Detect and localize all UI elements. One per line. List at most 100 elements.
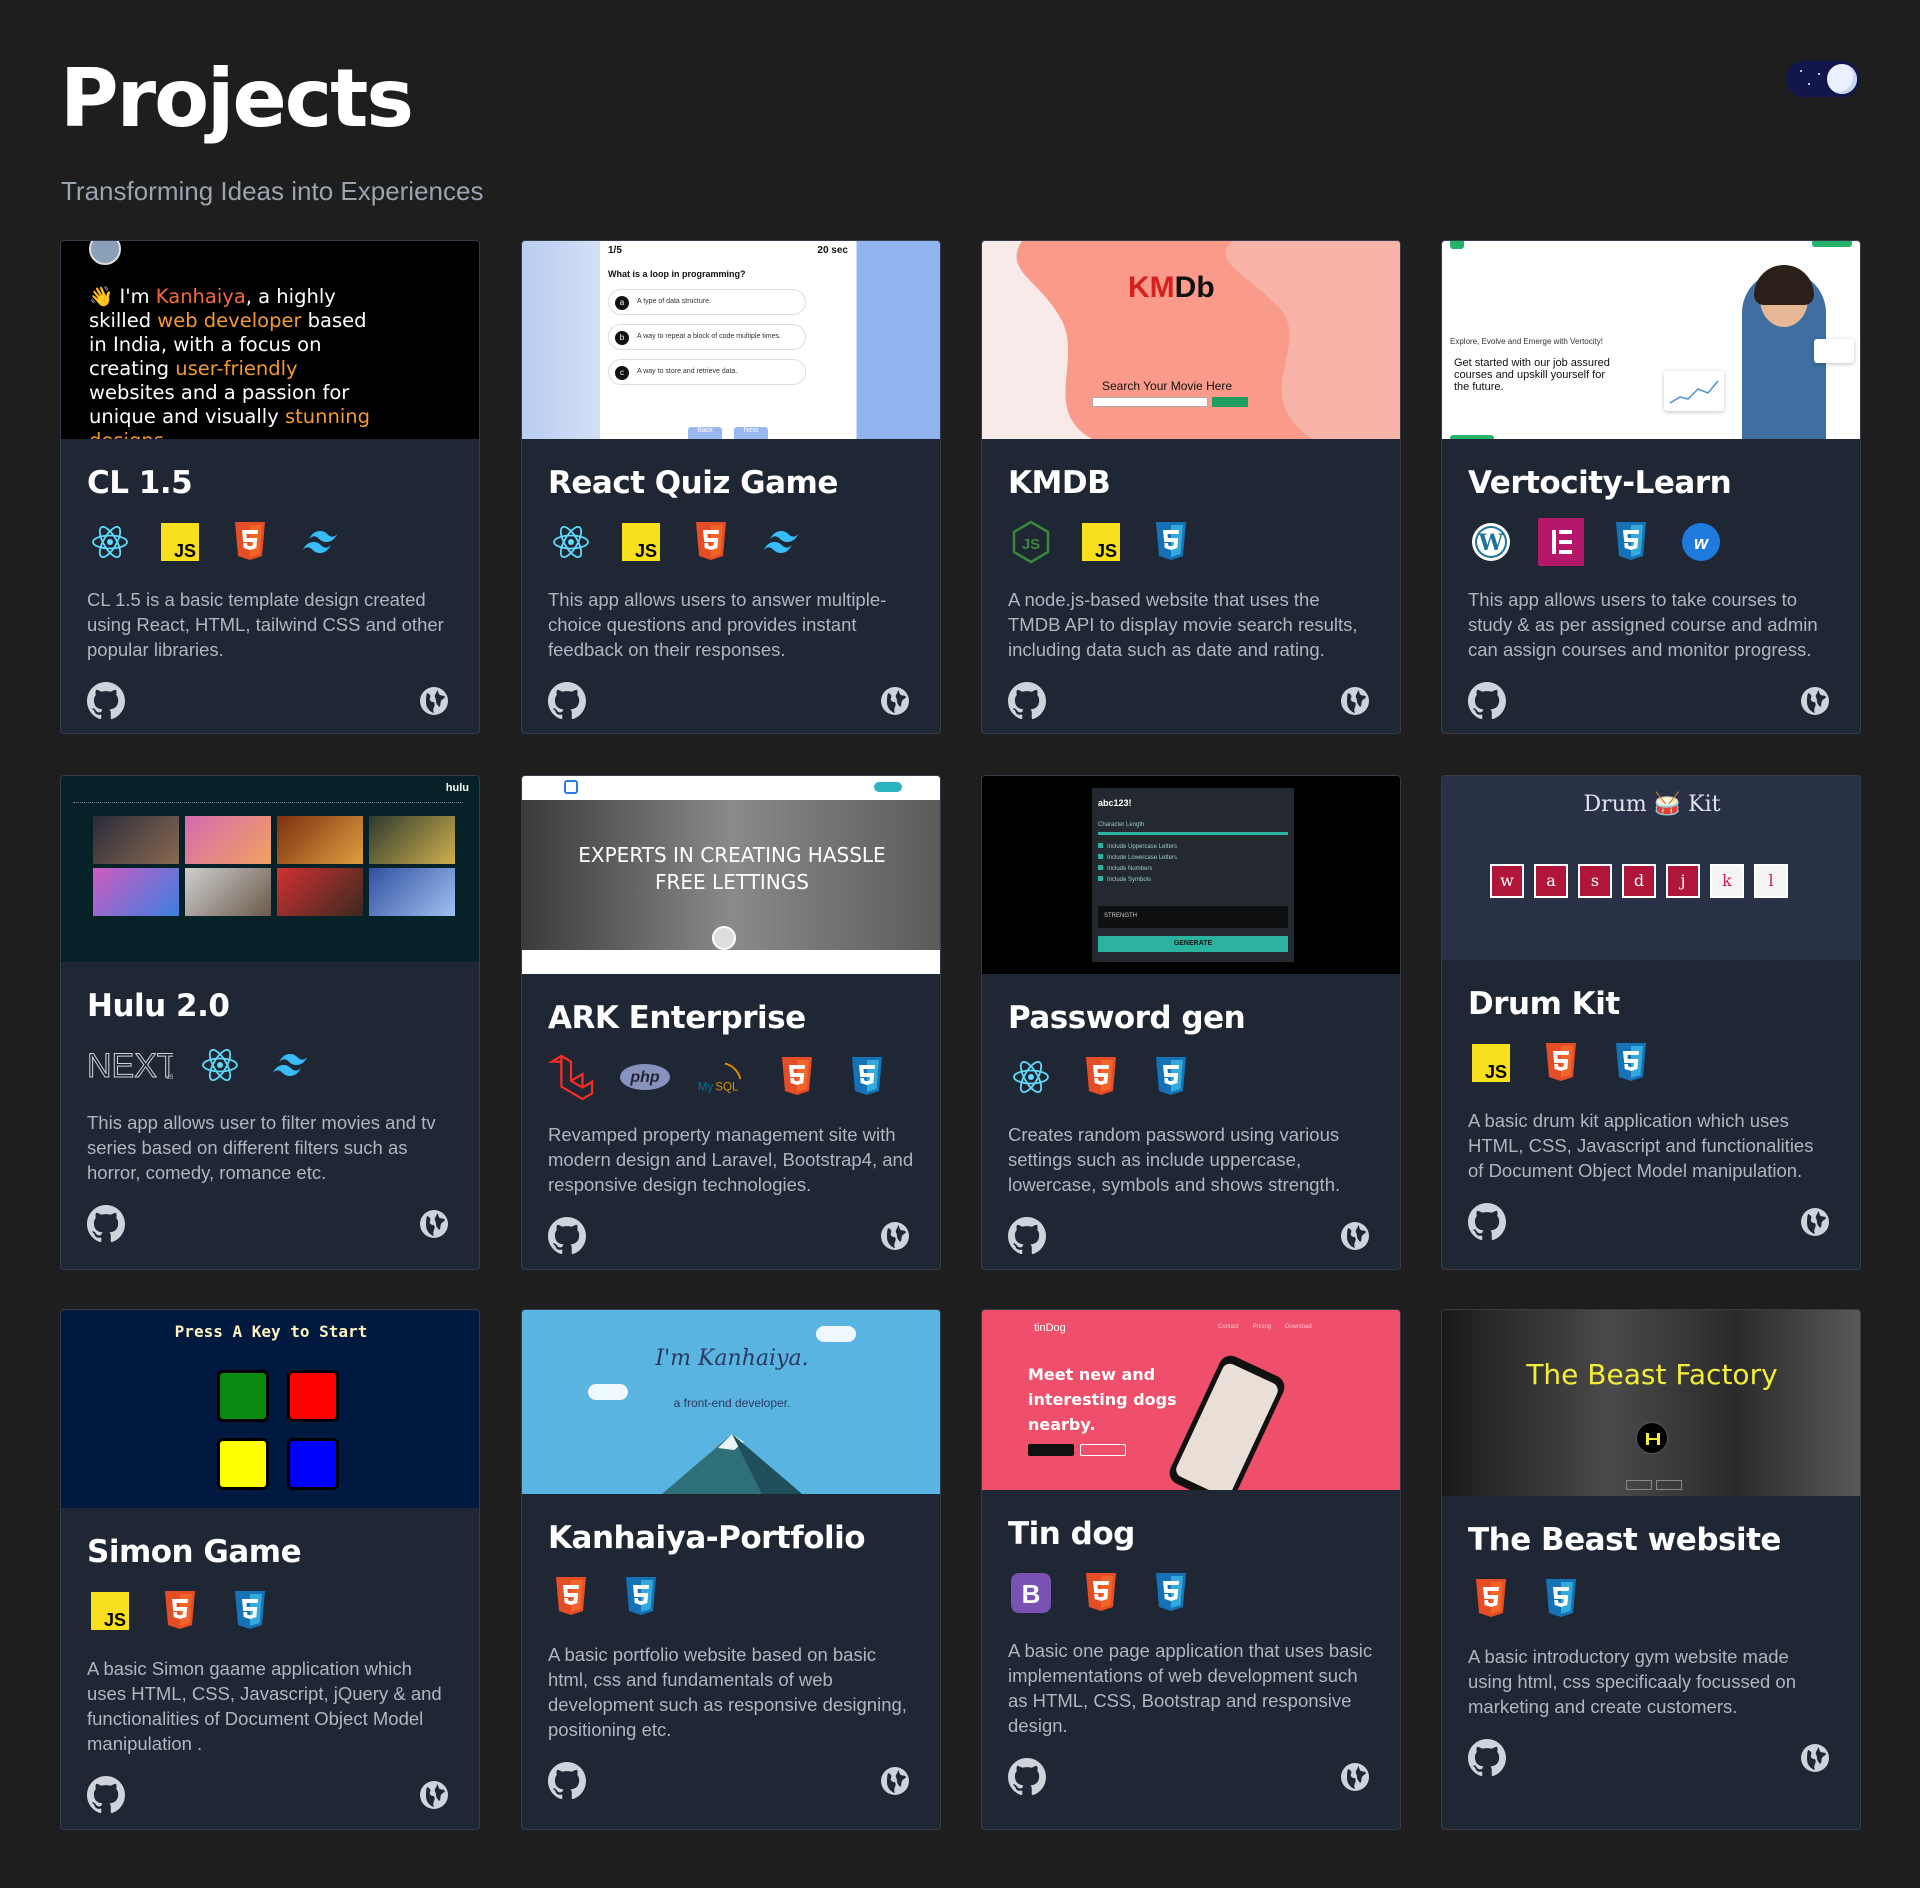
project-card[interactable]: Explore, Evolve and Emerge with Vertocit… [1441,240,1861,734]
github-icon[interactable] [548,1762,586,1800]
project-card[interactable]: hulu Hulu 2.0 NEXT .JS This app allows us… [60,775,480,1270]
checkbox-label: Include Lowercase Letters [1107,855,1178,861]
signup-button[interactable] [1626,1480,1652,1490]
checkbox-option[interactable]: Include Symbols [1098,875,1177,886]
github-icon[interactable] [87,1205,125,1243]
search-button[interactable] [1212,397,1248,407]
globe-icon[interactable] [1800,1207,1830,1237]
checkbox-option[interactable]: Include Uppercase Letters [1098,842,1177,853]
svg-text:w: w [1694,533,1709,553]
github-icon[interactable] [1008,682,1046,720]
globe-icon[interactable] [1340,1762,1370,1792]
drum-key[interactable]: k [1710,864,1744,898]
project-title: Drum Kit [1468,986,1620,1022]
globe-icon[interactable] [880,1221,910,1251]
project-card[interactable]: The Beast Factory The Beast website A ba… [1441,1309,1861,1830]
cta-button[interactable] [1450,435,1494,439]
globe-icon[interactable] [1340,686,1370,716]
globe-icon[interactable] [419,1209,449,1239]
project-links [1008,1758,1374,1796]
checkbox-icon[interactable] [1098,865,1103,870]
github-icon[interactable] [87,1776,125,1814]
drum-key[interactable]: j [1666,864,1700,898]
download-apple-button[interactable] [1028,1444,1074,1456]
project-card[interactable]: EXPERTS IN CREATING HASSLE FREE LETTINGS … [521,775,941,1270]
checkbox-option[interactable]: Include Numbers [1098,864,1177,875]
ark-navbar [522,776,940,800]
nav-link[interactable]: Contact [1218,1324,1239,1330]
generate-button[interactable]: GENERATE [1098,936,1288,952]
drum-key[interactable]: d [1622,864,1656,898]
project-card[interactable]: KMDb Search Your Movie Here KMDB JS JS A… [981,240,1401,734]
yellow-pad[interactable] [217,1438,269,1490]
ark-logo [564,780,578,794]
quiz-option[interactable]: b A way to repeat a block of code multipl… [608,324,806,350]
globe-icon[interactable] [1800,1743,1830,1773]
movie-grid [93,816,455,916]
drum-key[interactable]: w [1490,864,1524,898]
drum-key[interactable]: l [1754,864,1788,898]
globe-icon[interactable] [419,686,449,716]
project-links [87,682,453,720]
checkbox-icon[interactable] [1098,854,1103,859]
checkbox-icon[interactable] [1098,876,1103,881]
html5-icon [227,519,273,565]
html5-icon [1078,1570,1124,1616]
drum-key[interactable]: s [1578,864,1612,898]
github-icon[interactable] [87,682,125,720]
project-description: Revamped property management site with m… [548,1124,914,1195]
globe-icon[interactable] [1340,1221,1370,1251]
github-icon[interactable] [548,682,586,720]
download-android-button[interactable] [1080,1444,1126,1456]
length-slider[interactable] [1098,832,1288,835]
moon-icon [1827,64,1857,94]
project-title: Hulu 2.0 [87,988,230,1024]
nav-link[interactable]: Download [1285,1324,1312,1330]
github-icon[interactable] [1008,1758,1046,1796]
project-card[interactable]: Press A Key to Start Simon Game JS A bas… [60,1309,480,1830]
option-text: A way to repeat a block of code multiple… [637,333,781,340]
login-button[interactable] [1656,1480,1682,1490]
project-card[interactable]: tinDog Contact Pricing Download Meet new a… [981,1309,1401,1830]
nav-link[interactable]: Pricing [1253,1324,1271,1330]
card-body: Tin dog B A basic one page application t… [982,1516,1400,1796]
project-card[interactable]: I'm Kanhaiya. a front-end developer. Kan… [521,1309,941,1830]
next-button[interactable]: Next [734,427,768,439]
thumbnail-vertocity: Explore, Evolve and Emerge with Vertocit… [1442,241,1860,439]
github-icon[interactable] [1468,1739,1506,1777]
globe-icon[interactable] [880,1766,910,1796]
github-icon[interactable] [1468,1203,1506,1241]
html5-icon [688,519,734,565]
green-pad[interactable] [217,1370,269,1422]
css3-icon [1148,519,1194,565]
globe-icon[interactable] [880,686,910,716]
checkbox-option[interactable]: Include Lowercase Letters [1098,853,1177,864]
card-body: The Beast website A basic introductory g… [1442,1522,1860,1777]
project-card[interactable]: Drum 🥁 Kit wasdjkl Drum Kit JS A basic d… [1441,775,1861,1270]
red-pad[interactable] [287,1370,339,1422]
project-title: Vertocity-Learn [1468,465,1732,501]
globe-icon[interactable] [1800,686,1830,716]
drum-key[interactable]: a [1534,864,1568,898]
search-input[interactable] [1092,397,1208,407]
back-button[interactable]: Back [688,427,722,439]
svg-text:JS: JS [174,541,196,561]
project-description: A basic Simon gaame application which us… [87,1658,442,1754]
project-card[interactable]: 👋 I'm Kanhaiya, a highly skilled web dev… [60,240,480,734]
nav-button[interactable] [1812,241,1852,247]
theme-toggle[interactable] [1786,61,1860,97]
project-card[interactable]: abc123! Character Length Include Upperca… [981,775,1401,1270]
blue-pad[interactable] [287,1438,339,1490]
ark-nav-button[interactable] [874,782,902,792]
globe-icon[interactable] [419,1780,449,1810]
github-icon[interactable] [1008,1217,1046,1255]
react-icon [197,1042,243,1088]
github-icon[interactable] [1468,682,1506,720]
card-body: KMDB JS JS A node.js-based website that … [982,465,1400,720]
quiz-option[interactable]: c A way to store and retrieve data. [608,359,806,385]
github-icon[interactable] [548,1217,586,1255]
card-body: ARK Enterprise php My SQL Revamped proper… [522,1000,940,1255]
checkbox-icon[interactable] [1098,843,1103,848]
project-card[interactable]: 1/5 20 sec What is a loop in programming… [521,240,941,734]
quiz-option[interactable]: a A type of data structure. [608,289,806,315]
